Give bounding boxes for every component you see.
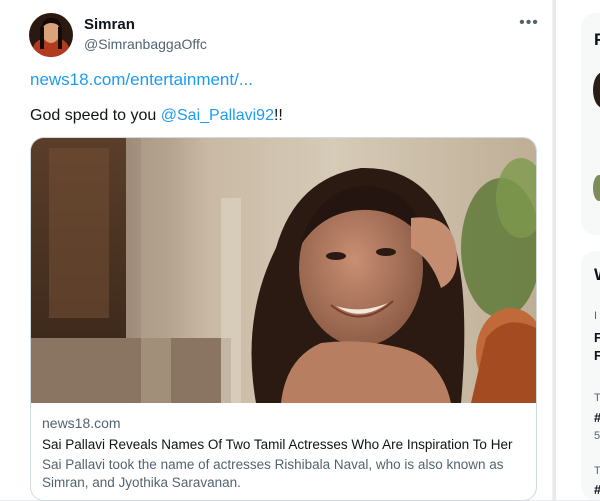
user-handle[interactable]: @SimranbaggaOffc <box>84 36 207 52</box>
trend-title-fragment[interactable]: F <box>594 348 600 363</box>
display-name[interactable]: Simran <box>84 16 135 33</box>
trend-category-fragment: T <box>594 392 600 404</box>
trend-title-fragment[interactable]: # <box>594 410 600 425</box>
card-text: news18.com Sai Pallavi Reveals Names Of … <box>42 414 526 492</box>
suggested-user-avatar[interactable] <box>593 175 600 201</box>
tweet-link[interactable]: news18.com/entertainment/... <box>30 70 253 90</box>
panel-heading-fragment: F <box>594 30 600 49</box>
card-title: Sai Pallavi Reveals Names Of Two Tamil A… <box>42 437 513 452</box>
tweet-column: Simran @SimranbaggaOffc ••• news18.com/e… <box>0 0 553 501</box>
trend-title-fragment[interactable]: F <box>594 330 600 345</box>
trend-category-fragment: T <box>594 465 600 477</box>
card-image <box>31 138 536 403</box>
card-description: Sai Pallavi took the name of actresses R… <box>42 457 504 490</box>
card-domain: news18.com <box>42 415 121 431</box>
mention-link[interactable]: @Sai_Pallavi92 <box>161 107 274 124</box>
panel-heading-fragment: W <box>594 265 600 285</box>
trends-panel <box>581 251 600 500</box>
trend-title-fragment[interactable]: # <box>594 482 600 497</box>
link-preview-card[interactable]: news18.com Sai Pallavi Reveals Names Of … <box>30 137 537 501</box>
trend-category-fragment: I <box>594 310 598 322</box>
tweet-text-suffix: !! <box>273 107 283 124</box>
trend-count-fragment: 5 <box>594 430 600 442</box>
more-horizontal-icon[interactable]: ••• <box>518 14 540 34</box>
tweet-text-body: God speed to you <box>30 107 161 124</box>
tweet-text: God speed to you @Sai_Pallavi92!! <box>30 107 283 125</box>
avatar[interactable] <box>29 13 73 57</box>
avatar-image <box>29 13 73 57</box>
